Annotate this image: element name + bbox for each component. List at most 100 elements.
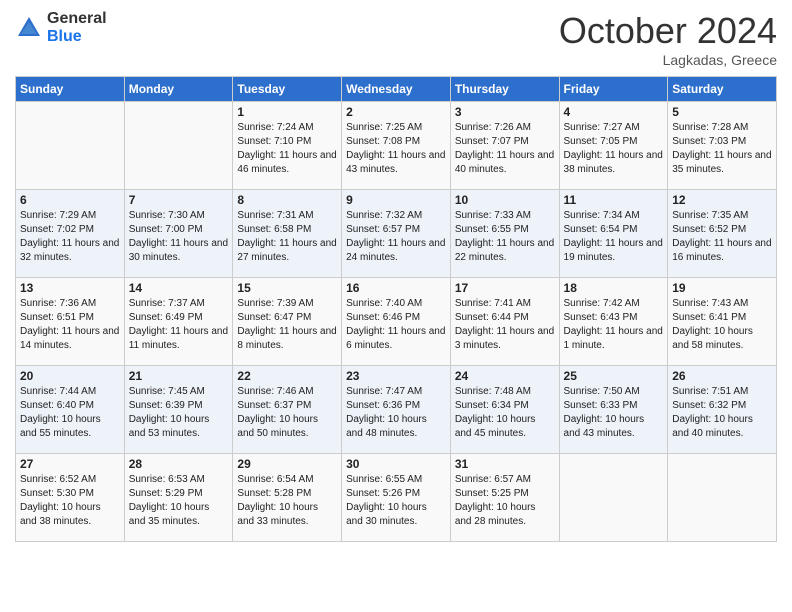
day-number: 1 (237, 105, 337, 119)
day-info: Sunrise: 7:30 AMSunset: 7:00 PMDaylight:… (129, 209, 229, 265)
day-number: 21 (129, 369, 229, 383)
calendar-table: SundayMondayTuesdayWednesdayThursdayFrid… (15, 76, 777, 542)
day-number: 7 (129, 193, 229, 207)
day-number: 15 (237, 281, 337, 295)
calendar-cell (559, 454, 668, 542)
calendar-cell (16, 102, 125, 190)
calendar-cell: 3 Sunrise: 7:26 AMSunset: 7:07 PMDaylight… (450, 102, 559, 190)
calendar-cell: 12Sunrise: 7:35 AMSunset: 6:52 PMDayligh… (668, 190, 777, 278)
calendar-cell: 10Sunrise: 7:33 AMSunset: 6:55 PMDayligh… (450, 190, 559, 278)
day-number: 24 (455, 369, 555, 383)
logo-blue: Blue (47, 28, 107, 46)
calendar-cell: 17 Sunrise: 7:41 AMSunset: 6:44 PMDayligh… (450, 278, 559, 366)
calendar-cell: 7 Sunrise: 7:30 AMSunset: 7:00 PMDaylight… (124, 190, 233, 278)
calendar-cell: 23 Sunrise: 7:47 AMSunset: 6:36 PMDayligh… (342, 366, 451, 454)
day-info: Sunrise: 7:51 AMSunset: 6:32 PMDaylight:… (672, 385, 772, 441)
day-info: Sunrise: 7:40 AMSunset: 6:46 PMDaylight:… (346, 297, 446, 353)
calendar-cell: 13 Sunrise: 7:36 AMSunset: 6:51 PMDayligh… (16, 278, 125, 366)
calendar-cell: 5Sunrise: 7:28 AMSunset: 7:03 PMDaylight… (668, 102, 777, 190)
day-number: 3 (455, 105, 555, 119)
header-friday: Friday (559, 77, 668, 102)
week-row-5: 27 Sunrise: 6:52 AMSunset: 5:30 PMDayligh… (16, 454, 777, 542)
day-number: 13 (20, 281, 120, 295)
calendar-cell: 11Sunrise: 7:34 AMSunset: 6:54 PMDayligh… (559, 190, 668, 278)
logo-icon (15, 14, 43, 42)
day-number: 22 (237, 369, 337, 383)
day-info: Sunrise: 6:53 AMSunset: 5:29 PMDaylight:… (129, 473, 229, 529)
day-info: Sunrise: 7:31 AMSunset: 6:58 PMDaylight:… (237, 209, 337, 265)
day-info: Sunrise: 7:24 AMSunset: 7:10 PMDaylight:… (237, 121, 337, 177)
day-info: Sunrise: 7:50 AMSunset: 6:33 PMDaylight:… (564, 385, 664, 441)
calendar-cell: 28 Sunrise: 6:53 AMSunset: 5:29 PMDayligh… (124, 454, 233, 542)
day-info: Sunrise: 7:25 AMSunset: 7:08 PMDaylight:… (346, 121, 446, 177)
week-row-2: 6Sunrise: 7:29 AMSunset: 7:02 PMDaylight… (16, 190, 777, 278)
day-info: Sunrise: 7:45 AMSunset: 6:39 PMDaylight:… (129, 385, 229, 441)
calendar-cell: 30 Sunrise: 6:55 AMSunset: 5:26 PMDayligh… (342, 454, 451, 542)
day-number: 19 (672, 281, 772, 295)
location: Lagkadas, Greece (559, 52, 777, 68)
header-wednesday: Wednesday (342, 77, 451, 102)
calendar-cell: 15 Sunrise: 7:39 AMSunset: 6:47 PMDayligh… (233, 278, 342, 366)
header-sunday: Sunday (16, 77, 125, 102)
header-tuesday: Tuesday (233, 77, 342, 102)
calendar-cell: 31 Sunrise: 6:57 AMSunset: 5:25 PMDayligh… (450, 454, 559, 542)
day-info: Sunrise: 7:43 AMSunset: 6:41 PMDaylight:… (672, 297, 772, 353)
day-info: Sunrise: 7:26 AMSunset: 7:07 PMDaylight:… (455, 121, 555, 177)
week-row-1: 1 Sunrise: 7:24 AMSunset: 7:10 PMDaylight… (16, 102, 777, 190)
header-thursday: Thursday (450, 77, 559, 102)
day-info: Sunrise: 7:44 AMSunset: 6:40 PMDaylight:… (20, 385, 120, 441)
day-info: Sunrise: 7:41 AMSunset: 6:44 PMDaylight:… (455, 297, 555, 353)
calendar-cell: 4Sunrise: 7:27 AMSunset: 7:05 PMDaylight… (559, 102, 668, 190)
calendar-cell: 24Sunrise: 7:48 AMSunset: 6:34 PMDayligh… (450, 366, 559, 454)
day-info: Sunrise: 6:54 AMSunset: 5:28 PMDaylight:… (237, 473, 337, 529)
day-info: Sunrise: 7:46 AMSunset: 6:37 PMDaylight:… (237, 385, 337, 441)
day-info: Sunrise: 7:36 AMSunset: 6:51 PMDaylight:… (20, 297, 120, 353)
day-number: 6 (20, 193, 120, 207)
day-number: 30 (346, 457, 446, 471)
calendar-cell: 18Sunrise: 7:42 AMSunset: 6:43 PMDayligh… (559, 278, 668, 366)
day-info: Sunrise: 6:52 AMSunset: 5:30 PMDaylight:… (20, 473, 120, 529)
calendar-cell: 27 Sunrise: 6:52 AMSunset: 5:30 PMDayligh… (16, 454, 125, 542)
day-info: Sunrise: 6:57 AMSunset: 5:25 PMDaylight:… (455, 473, 555, 529)
day-number: 31 (455, 457, 555, 471)
calendar-cell: 20Sunrise: 7:44 AMSunset: 6:40 PMDayligh… (16, 366, 125, 454)
calendar-cell: 29 Sunrise: 6:54 AMSunset: 5:28 PMDayligh… (233, 454, 342, 542)
day-number: 23 (346, 369, 446, 383)
day-info: Sunrise: 7:28 AMSunset: 7:03 PMDaylight:… (672, 121, 772, 177)
calendar-cell: 16 Sunrise: 7:40 AMSunset: 6:46 PMDayligh… (342, 278, 451, 366)
calendar-cell (668, 454, 777, 542)
day-info: Sunrise: 7:35 AMSunset: 6:52 PMDaylight:… (672, 209, 772, 265)
header-monday: Monday (124, 77, 233, 102)
day-number: 17 (455, 281, 555, 295)
logo-text: General Blue (47, 10, 107, 45)
week-row-3: 13 Sunrise: 7:36 AMSunset: 6:51 PMDayligh… (16, 278, 777, 366)
calendar-cell: 26 Sunrise: 7:51 AMSunset: 6:32 PMDayligh… (668, 366, 777, 454)
day-number: 4 (564, 105, 664, 119)
day-info: Sunrise: 7:32 AMSunset: 6:57 PMDaylight:… (346, 209, 446, 265)
day-number: 25 (564, 369, 664, 383)
calendar-cell: 14Sunrise: 7:37 AMSunset: 6:49 PMDayligh… (124, 278, 233, 366)
page-header: General Blue October 2024 Lagkadas, Gree… (15, 10, 777, 68)
calendar-cell: 19 Sunrise: 7:43 AMSunset: 6:41 PMDayligh… (668, 278, 777, 366)
header-row: SundayMondayTuesdayWednesdayThursdayFrid… (16, 77, 777, 102)
calendar-cell: 25 Sunrise: 7:50 AMSunset: 6:33 PMDayligh… (559, 366, 668, 454)
day-info: Sunrise: 7:47 AMSunset: 6:36 PMDaylight:… (346, 385, 446, 441)
day-number: 26 (672, 369, 772, 383)
title-section: October 2024 Lagkadas, Greece (559, 10, 777, 68)
week-row-4: 20Sunrise: 7:44 AMSunset: 6:40 PMDayligh… (16, 366, 777, 454)
day-number: 14 (129, 281, 229, 295)
month-title: October 2024 (559, 10, 777, 52)
day-number: 28 (129, 457, 229, 471)
calendar-cell: 9Sunrise: 7:32 AMSunset: 6:57 PMDaylight… (342, 190, 451, 278)
day-number: 29 (237, 457, 337, 471)
day-number: 10 (455, 193, 555, 207)
day-number: 27 (20, 457, 120, 471)
calendar-cell: 21 Sunrise: 7:45 AMSunset: 6:39 PMDayligh… (124, 366, 233, 454)
day-info: Sunrise: 7:39 AMSunset: 6:47 PMDaylight:… (237, 297, 337, 353)
day-info: Sunrise: 6:55 AMSunset: 5:26 PMDaylight:… (346, 473, 446, 529)
calendar-cell: 6Sunrise: 7:29 AMSunset: 7:02 PMDaylight… (16, 190, 125, 278)
day-number: 16 (346, 281, 446, 295)
calendar-cell: 22 Sunrise: 7:46 AMSunset: 6:37 PMDayligh… (233, 366, 342, 454)
header-saturday: Saturday (668, 77, 777, 102)
calendar-cell: 8Sunrise: 7:31 AMSunset: 6:58 PMDaylight… (233, 190, 342, 278)
